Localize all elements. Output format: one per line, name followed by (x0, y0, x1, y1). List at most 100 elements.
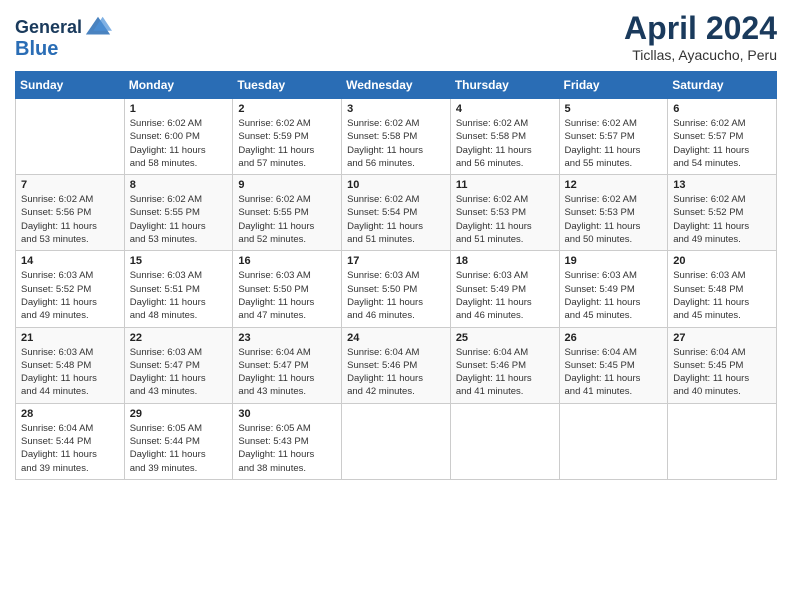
calendar-cell: 28 Sunrise: 6:04 AMSunset: 5:44 PMDayligh… (16, 403, 125, 479)
day-number: 13 (673, 179, 771, 191)
calendar-cell: 3Sunrise: 6:02 AMSunset: 5:58 PMDaylight… (342, 99, 451, 175)
day-info: Sunrise: 6:03 AMSunset: 5:52 PMDaylight:… (21, 269, 119, 322)
day-info: Sunrise: 6:05 AMSunset: 5:44 PMDaylight:… (130, 422, 228, 475)
day-info: Sunrise: 6:02 AMSunset: 5:59 PMDaylight:… (238, 117, 336, 170)
day-info: Sunrise: 6:02 AMSunset: 5:53 PMDaylight:… (565, 193, 663, 246)
calendar-cell: 8Sunrise: 6:02 AMSunset: 5:55 PMDaylight… (124, 175, 233, 251)
day-number: 21 (21, 332, 119, 344)
day-info: Sunrise: 6:02 AMSunset: 5:54 PMDaylight:… (347, 193, 445, 246)
day-info: Sunrise: 6:04 AMSunset: 5:46 PMDaylight:… (456, 346, 554, 399)
day-of-week-header: Saturday (668, 72, 777, 99)
day-info: Sunrise: 6:02 AMSunset: 5:52 PMDaylight:… (673, 193, 771, 246)
calendar-cell: 6 Sunrise: 6:02 AMSunset: 5:57 PMDaylight… (668, 99, 777, 175)
calendar-cell: 4 Sunrise: 6:02 AMSunset: 5:58 PMDaylight… (450, 99, 559, 175)
day-info: Sunrise: 6:02 AMSunset: 5:58 PMDaylight:… (456, 117, 554, 170)
day-number: 22 (130, 332, 228, 344)
calendar-week-row: 1 Sunrise: 6:02 AMSunset: 6:00 PMDaylight… (16, 99, 777, 175)
day-of-week-header: Wednesday (342, 72, 451, 99)
calendar-cell: 17 Sunrise: 6:03 AMSunset: 5:50 PMDayligh… (342, 251, 451, 327)
logo-icon (84, 14, 112, 42)
calendar-cell (342, 403, 451, 479)
calendar-cell (668, 403, 777, 479)
calendar-header-row: SundayMondayTuesdayWednesdayThursdayFrid… (16, 72, 777, 99)
day-info: Sunrise: 6:03 AMSunset: 5:51 PMDaylight:… (130, 269, 228, 322)
calendar-cell: 29 Sunrise: 6:05 AMSunset: 5:44 PMDayligh… (124, 403, 233, 479)
day-info: Sunrise: 6:02 AMSunset: 6:00 PMDaylight:… (130, 117, 228, 170)
day-number: 6 (673, 103, 771, 115)
calendar-cell: 21Sunrise: 6:03 AMSunset: 5:48 PMDayligh… (16, 327, 125, 403)
day-info: Sunrise: 6:02 AMSunset: 5:57 PMDaylight:… (673, 117, 771, 170)
day-number: 15 (130, 255, 228, 267)
calendar-cell: 30 Sunrise: 6:05 AMSunset: 5:43 PMDayligh… (233, 403, 342, 479)
day-number: 20 (673, 255, 771, 267)
day-info: Sunrise: 6:02 AMSunset: 5:57 PMDaylight:… (565, 117, 663, 170)
day-info: Sunrise: 6:03 AMSunset: 5:49 PMDaylight:… (565, 269, 663, 322)
day-number: 11 (456, 179, 554, 191)
calendar-cell: 16 Sunrise: 6:03 AMSunset: 5:50 PMDayligh… (233, 251, 342, 327)
day-number: 30 (238, 408, 336, 420)
day-of-week-header: Monday (124, 72, 233, 99)
day-number: 12 (565, 179, 663, 191)
day-info: Sunrise: 6:03 AMSunset: 5:48 PMDaylight:… (673, 269, 771, 322)
day-number: 2 (238, 103, 336, 115)
day-info: Sunrise: 6:03 AMSunset: 5:50 PMDaylight:… (347, 269, 445, 322)
calendar-week-row: 28 Sunrise: 6:04 AMSunset: 5:44 PMDayligh… (16, 403, 777, 479)
day-of-week-header: Sunday (16, 72, 125, 99)
calendar-cell: 26 Sunrise: 6:04 AMSunset: 5:45 PMDayligh… (559, 327, 668, 403)
day-number: 19 (565, 255, 663, 267)
day-info: Sunrise: 6:04 AMSunset: 5:45 PMDaylight:… (565, 346, 663, 399)
day-number: 4 (456, 103, 554, 115)
day-of-week-header: Thursday (450, 72, 559, 99)
day-info: Sunrise: 6:02 AMSunset: 5:53 PMDaylight:… (456, 193, 554, 246)
day-number: 27 (673, 332, 771, 344)
logo: General Blue (15, 14, 112, 60)
month-year-title: April 2024 (624, 10, 777, 47)
calendar-cell: 2 Sunrise: 6:02 AMSunset: 5:59 PMDaylight… (233, 99, 342, 175)
calendar-cell: 24Sunrise: 6:04 AMSunset: 5:46 PMDayligh… (342, 327, 451, 403)
day-number: 17 (347, 255, 445, 267)
calendar-cell: 9 Sunrise: 6:02 AMSunset: 5:55 PMDaylight… (233, 175, 342, 251)
calendar-cell: 27 Sunrise: 6:04 AMSunset: 5:45 PMDayligh… (668, 327, 777, 403)
day-number: 23 (238, 332, 336, 344)
day-info: Sunrise: 6:03 AMSunset: 5:49 PMDaylight:… (456, 269, 554, 322)
calendar-cell (16, 99, 125, 175)
day-info: Sunrise: 6:03 AMSunset: 5:47 PMDaylight:… (130, 346, 228, 399)
day-number: 26 (565, 332, 663, 344)
day-info: Sunrise: 6:02 AMSunset: 5:55 PMDaylight:… (130, 193, 228, 246)
day-number: 29 (130, 408, 228, 420)
day-number: 5 (565, 103, 663, 115)
day-number: 14 (21, 255, 119, 267)
day-number: 25 (456, 332, 554, 344)
day-info: Sunrise: 6:04 AMSunset: 5:45 PMDaylight:… (673, 346, 771, 399)
day-number: 28 (21, 408, 119, 420)
day-info: Sunrise: 6:02 AMSunset: 5:55 PMDaylight:… (238, 193, 336, 246)
calendar-cell: 12 Sunrise: 6:02 AMSunset: 5:53 PMDayligh… (559, 175, 668, 251)
day-info: Sunrise: 6:03 AMSunset: 5:50 PMDaylight:… (238, 269, 336, 322)
calendar-cell: 10 Sunrise: 6:02 AMSunset: 5:54 PMDayligh… (342, 175, 451, 251)
day-info: Sunrise: 6:02 AMSunset: 5:58 PMDaylight:… (347, 117, 445, 170)
day-number: 18 (456, 255, 554, 267)
calendar-week-row: 14 Sunrise: 6:03 AMSunset: 5:52 PMDayligh… (16, 251, 777, 327)
day-number: 1 (130, 103, 228, 115)
calendar-cell (559, 403, 668, 479)
day-number: 7 (21, 179, 119, 191)
page-header: General Blue April 2024 Ticllas, Ayacuch… (15, 10, 777, 63)
day-info: Sunrise: 6:04 AMSunset: 5:44 PMDaylight:… (21, 422, 119, 475)
day-info: Sunrise: 6:04 AMSunset: 5:47 PMDaylight:… (238, 346, 336, 399)
title-block: April 2024 Ticllas, Ayacucho, Peru (624, 10, 777, 63)
calendar-cell: 15 Sunrise: 6:03 AMSunset: 5:51 PMDayligh… (124, 251, 233, 327)
logo-text: General (15, 18, 82, 38)
calendar-cell (450, 403, 559, 479)
calendar-cell: 19 Sunrise: 6:03 AMSunset: 5:49 PMDayligh… (559, 251, 668, 327)
calendar-cell: 7Sunrise: 6:02 AMSunset: 5:56 PMDaylight… (16, 175, 125, 251)
calendar-cell: 5 Sunrise: 6:02 AMSunset: 5:57 PMDaylight… (559, 99, 668, 175)
day-of-week-header: Friday (559, 72, 668, 99)
day-number: 10 (347, 179, 445, 191)
calendar-cell: 23 Sunrise: 6:04 AMSunset: 5:47 PMDayligh… (233, 327, 342, 403)
day-info: Sunrise: 6:05 AMSunset: 5:43 PMDaylight:… (238, 422, 336, 475)
day-number: 9 (238, 179, 336, 191)
day-of-week-header: Tuesday (233, 72, 342, 99)
calendar-cell: 18 Sunrise: 6:03 AMSunset: 5:49 PMDayligh… (450, 251, 559, 327)
calendar-week-row: 21Sunrise: 6:03 AMSunset: 5:48 PMDayligh… (16, 327, 777, 403)
day-number: 16 (238, 255, 336, 267)
